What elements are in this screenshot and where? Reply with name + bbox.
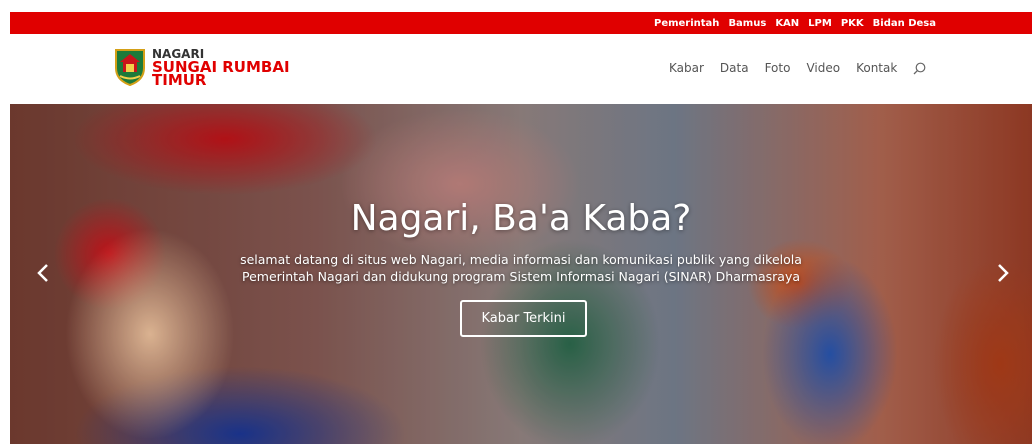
site-logo[interactable]: NAGARI SUNGAI RUMBAI TIMUR (114, 48, 290, 88)
top-bar: Pemerintah Bamus KAN LPM PKK Bidan Desa (10, 12, 1032, 34)
hero-subtitle: selamat datang di situs web Nagari, medi… (10, 251, 1032, 285)
nav-item-kontak[interactable]: Kontak (856, 61, 897, 75)
nav-item-data[interactable]: Data (720, 61, 749, 75)
main-nav: Kabar Data Foto Video Kontak (669, 61, 926, 75)
topbar-link-lpm[interactable]: LPM (808, 18, 832, 29)
site-header: NAGARI SUNGAI RUMBAI TIMUR Kabar Data Fo… (10, 34, 1032, 104)
nav-item-video[interactable]: Video (806, 61, 840, 75)
hero-title: Nagari, Ba'a Kaba? (350, 198, 692, 239)
topbar-link-bidan-desa[interactable]: Bidan Desa (873, 18, 936, 29)
hero-slider: Nagari, Ba'a Kaba? selamat datang di sit… (10, 104, 1032, 444)
crest-icon (115, 49, 145, 86)
hero-subtitle-line-1: selamat datang di situs web Nagari, medi… (240, 252, 802, 267)
hero-subtitle-line-2: Pemerintah Nagari dan didukung program S… (241, 269, 800, 284)
nav-item-foto[interactable]: Foto (765, 61, 791, 75)
topbar-link-bamus[interactable]: Bamus (728, 18, 766, 29)
topbar-link-kan[interactable]: KAN (775, 18, 799, 29)
nav-item-kabar[interactable]: Kabar (669, 61, 704, 75)
search-icon[interactable] (913, 62, 926, 75)
topbar-link-pemerintah[interactable]: Pemerintah (654, 18, 719, 29)
chevron-right-icon[interactable] (996, 262, 1010, 284)
chevron-left-icon[interactable] (36, 262, 50, 284)
kabar-terkini-button[interactable]: Kabar Terkini (460, 300, 587, 337)
topbar-link-pkk[interactable]: PKK (841, 18, 864, 29)
